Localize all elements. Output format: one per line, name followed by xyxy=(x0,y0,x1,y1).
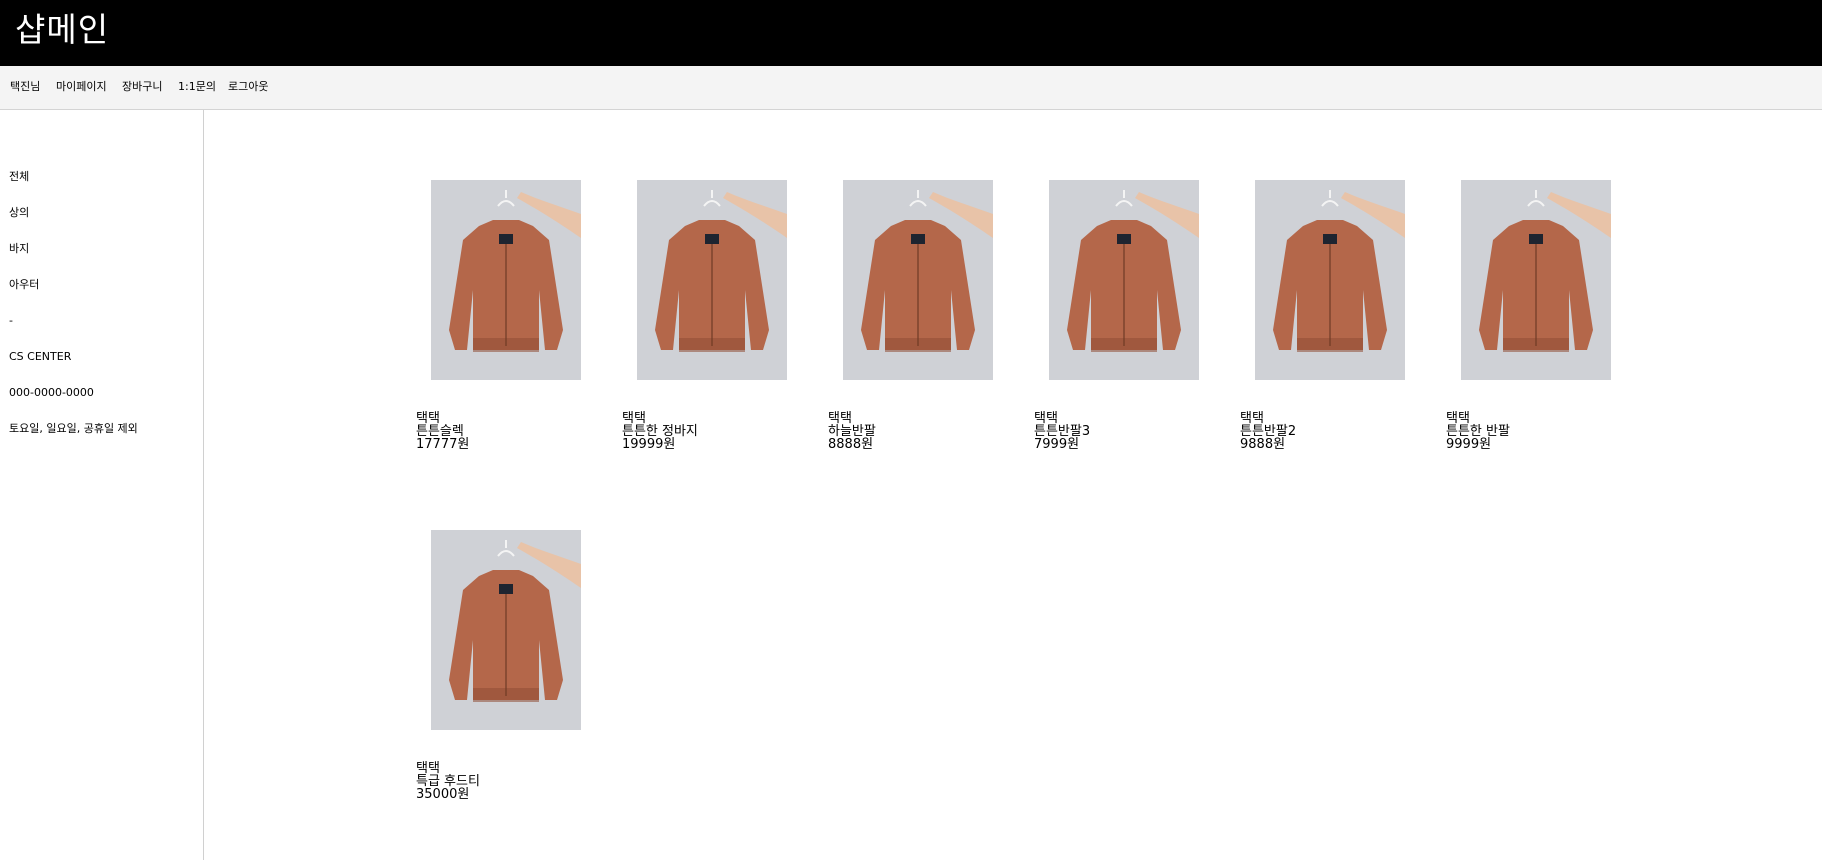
product-grid: 택택 튼튼슬렉 17777원 택택 튼튼한 정바지 19999원 택택 하늘반팔… xyxy=(205,110,1822,860)
cs-phone-number: 000-0000-0000 xyxy=(9,386,94,399)
product-info: 택택 하늘반팔 8888원 xyxy=(828,412,1008,451)
product-card[interactable]: 택택 튼튼슬렉 17777원 xyxy=(416,180,596,510)
product-info: 택택 튼튼반팔3 7999원 xyxy=(1034,412,1214,451)
product-price: 8888원 xyxy=(828,437,874,452)
product-info: 택택 특급 후드티 35000원 xyxy=(416,762,596,801)
product-card[interactable]: 택택 튼튼한 반팔 9999원 xyxy=(1446,180,1626,510)
product-info: 택택 튼튼한 정바지 19999원 xyxy=(622,412,802,451)
jacket-photo-icon[interactable] xyxy=(1255,180,1405,380)
nav-logout-link[interactable]: 로그아웃 xyxy=(228,80,268,94)
category-outer[interactable]: 아우터 xyxy=(9,278,39,292)
jacket-photo-icon[interactable] xyxy=(431,180,581,380)
product-card[interactable]: 택택 튼튼반팔2 9888원 xyxy=(1240,180,1420,510)
nav-bar: 택진님 마이페이지 장바구니 1:1문의 로그아웃 xyxy=(0,66,1822,110)
category-sidebar: 전체 상의 바지 아우터 - CS CENTER 000-0000-0000 토… xyxy=(0,110,204,860)
site-logo[interactable]: 샵메인 xyxy=(15,8,109,52)
product-card[interactable]: 택택 하늘반팔 8888원 xyxy=(828,180,1008,510)
product-price: 9888원 xyxy=(1240,437,1286,452)
product-info: 택택 튼튼슬렉 17777원 xyxy=(416,412,596,451)
nav-cart-link[interactable]: 장바구니 xyxy=(122,80,162,94)
jacket-photo-icon[interactable] xyxy=(1461,180,1611,380)
product-card[interactable]: 택택 특급 후드티 35000원 xyxy=(416,530,596,860)
jacket-photo-icon[interactable] xyxy=(1049,180,1199,380)
product-price: 9999원 xyxy=(1446,437,1492,452)
product-price: 7999원 xyxy=(1034,437,1080,452)
product-price: 35000원 xyxy=(416,787,470,802)
nav-inquiry-link[interactable]: 1:1문의 xyxy=(178,80,216,94)
nav-user-name[interactable]: 택진님 xyxy=(10,80,40,94)
product-info: 택택 튼튼반팔2 9888원 xyxy=(1240,412,1420,451)
category-all[interactable]: 전체 xyxy=(9,170,29,184)
jacket-photo-icon[interactable] xyxy=(431,530,581,730)
category-pants[interactable]: 바지 xyxy=(9,242,29,256)
product-price: 17777원 xyxy=(416,437,470,452)
cs-center-title: CS CENTER xyxy=(9,350,72,363)
product-price: 19999원 xyxy=(622,437,676,452)
jacket-photo-icon[interactable] xyxy=(843,180,993,380)
sidebar-divider: - xyxy=(9,314,13,327)
nav-mypage-link[interactable]: 마이페이지 xyxy=(56,80,107,94)
top-header: 샵메인 xyxy=(0,0,1822,66)
jacket-photo-icon[interactable] xyxy=(637,180,787,380)
category-tops[interactable]: 상의 xyxy=(9,206,29,220)
cs-closed-days: 토요일, 일요일, 공휴일 제외 xyxy=(9,422,138,435)
product-card[interactable]: 택택 튼튼한 정바지 19999원 xyxy=(622,180,802,510)
product-info: 택택 튼튼한 반팔 9999원 xyxy=(1446,412,1626,451)
product-card[interactable]: 택택 튼튼반팔3 7999원 xyxy=(1034,180,1214,510)
